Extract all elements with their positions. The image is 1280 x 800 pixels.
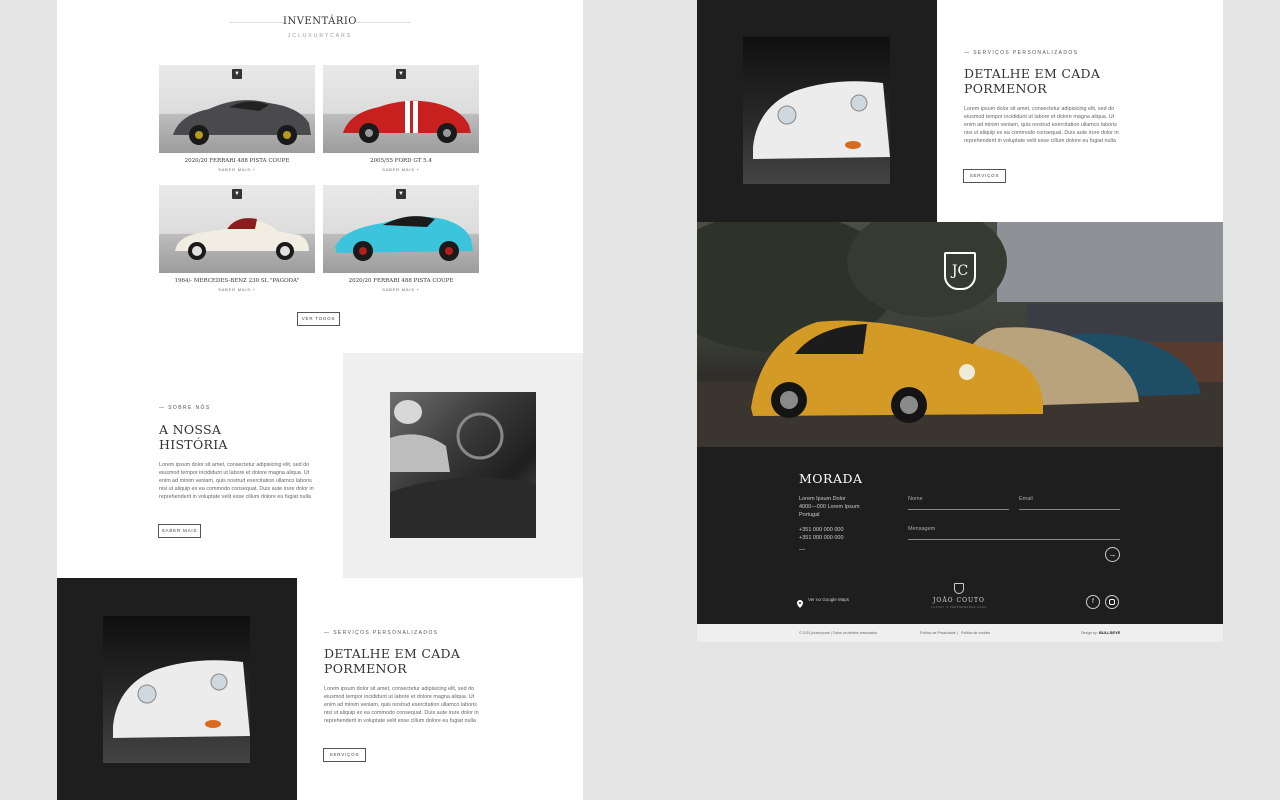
driver-illustration: [390, 400, 536, 538]
services-label: — SERVIÇOS PERSONALIZADOS: [324, 630, 439, 636]
google-maps-link[interactable]: Ver no Google Maps: [808, 597, 849, 602]
homepage-left: INVENTÁRIO JCLUXURYCARS ▼ 2020/20 FERRAR…: [57, 0, 583, 800]
about-label: — SOBRE NÓS: [159, 405, 211, 411]
address-line1: Lorem Ipsum Dolor: [799, 496, 846, 502]
about-title-line2: HISTÓRIA: [159, 437, 228, 452]
name-placeholder: Nome: [908, 496, 923, 502]
car-more-link[interactable]: SABER MAIS +: [159, 287, 315, 292]
copyright: © 2021 jcluxurycars | Todos os direitos …: [799, 631, 878, 635]
car-image[interactable]: ▼: [159, 185, 315, 273]
services-title-line1: DETALHE EM CADA: [324, 646, 461, 661]
message-field[interactable]: Mensagem: [908, 517, 1120, 540]
lamborghini-silhouette: [335, 216, 473, 261]
car-card[interactable]: ▼ 2020/20 FERRARI 488 PISTA COUPE SABER …: [159, 65, 315, 172]
porsche-356-photo: [103, 616, 250, 763]
facebook-icon[interactable]: f: [1086, 595, 1100, 609]
car-image[interactable]: ▼: [159, 65, 315, 153]
services-body: Lorem ipsum dolor sit amet, consectetur …: [324, 686, 479, 724]
footer-separator: |: [957, 631, 958, 635]
submit-arrow-icon[interactable]: →: [1105, 547, 1120, 562]
contact-title: MORADA: [799, 471, 863, 486]
agency-link[interactable]: BULLSEYE: [1099, 630, 1120, 635]
car-image[interactable]: ▼: [323, 65, 479, 153]
car-more-link[interactable]: SABER MAIS +: [159, 167, 315, 172]
services-title-line1: DETALHE EM CADA: [964, 66, 1101, 81]
car-card[interactable]: ▼ 2020/20 FERRARI 488 PISTA COUPE SABER …: [323, 185, 479, 292]
email-field[interactable]: Email: [1019, 487, 1120, 510]
view-all-button[interactable]: VER TODOS: [297, 312, 340, 326]
services-title-line2: PORMENOR: [324, 661, 407, 676]
mercedes-silhouette: [175, 218, 309, 260]
homepage-right: — SERVIÇOS PERSONALIZADOS DETALHE EM CAD…: [697, 0, 1223, 642]
jc-logo-icon: [954, 583, 964, 594]
porsche-356-illustration: [753, 81, 890, 159]
car-more-link[interactable]: SABER MAIS +: [323, 167, 479, 172]
inventory-subtitle: JCLUXURYCARS: [287, 33, 353, 39]
name-field[interactable]: Nome: [908, 487, 1009, 510]
contact-section: MORADA Lorem Ipsum Dolor 4000—000 Lorem …: [697, 447, 1223, 624]
car-card[interactable]: ▼ 2005/55 FORD GT 5.4 SABER MAIS +: [323, 65, 479, 172]
phone-2[interactable]: +351 000 000 000: [799, 535, 844, 541]
services-body: Lorem ipsum dolor sit amet, consectetur …: [964, 106, 1119, 144]
address-line2: 4000—000 Lorem Ipsum: [799, 504, 860, 510]
car-card[interactable]: ▼ 1964/- MERCEDES-BENZ 230 SL "PAGODA" S…: [159, 185, 315, 292]
brand-name: JOÃO COUTO: [933, 597, 985, 604]
jc-logo-icon: JC: [944, 252, 976, 290]
privacy-link[interactable]: Política de Privacidade: [920, 631, 956, 635]
pin-icon: [797, 595, 803, 608]
footer-bar: © 2021 jcluxurycars | Todos os direitos …: [697, 624, 1223, 642]
services-button[interactable]: SERVIÇOS: [323, 748, 366, 762]
address-dash: —: [799, 547, 805, 553]
car-name[interactable]: 2005/55 FORD GT 5.4: [323, 158, 479, 164]
racing-driver-photo: [390, 392, 536, 538]
porsche-356-illustration: [113, 660, 250, 738]
design-by: Design by:: [1081, 631, 1098, 635]
car-name[interactable]: 2020/20 FERRARI 488 PISTA COUPE: [159, 158, 315, 164]
title-divider-right: [355, 22, 411, 23]
instagram-icon[interactable]: [1105, 595, 1119, 609]
about-more-button[interactable]: SABER MAIS: [158, 524, 201, 538]
brand-tagline: LUXURY & PERFORMANCE CARS: [931, 606, 987, 609]
about-body: Lorem ipsum dolor sit amet, consectetur …: [159, 462, 314, 500]
services-label: — SERVIÇOS PERSONALIZADOS: [964, 50, 1079, 56]
car-image[interactable]: ▼: [323, 185, 479, 273]
message-placeholder: Mensagem: [908, 526, 936, 532]
car-more-link[interactable]: SABER MAIS +: [323, 287, 479, 292]
ford-gt-silhouette: [343, 100, 471, 143]
car-name[interactable]: 2020/20 FERRARI 488 PISTA COUPE: [323, 278, 479, 284]
address-line3: Portugal: [799, 512, 820, 518]
inventory-title: INVENTÁRIO: [283, 16, 357, 27]
about-title-line1: A NOSSA: [159, 422, 222, 437]
cookies-link[interactable]: Política de cookies: [961, 631, 990, 635]
email-placeholder: Email: [1019, 496, 1033, 502]
car-name[interactable]: 1964/- MERCEDES-BENZ 230 SL "PAGODA": [159, 278, 315, 284]
phone-1[interactable]: +351 000 000 000: [799, 527, 844, 533]
ferrari-silhouette: [173, 100, 311, 145]
porsche-356-photo: [743, 37, 890, 184]
services-button[interactable]: SERVIÇOS: [963, 169, 1006, 183]
services-title-line2: PORMENOR: [964, 81, 1047, 96]
hero-cars-photo: JC: [697, 222, 1223, 447]
